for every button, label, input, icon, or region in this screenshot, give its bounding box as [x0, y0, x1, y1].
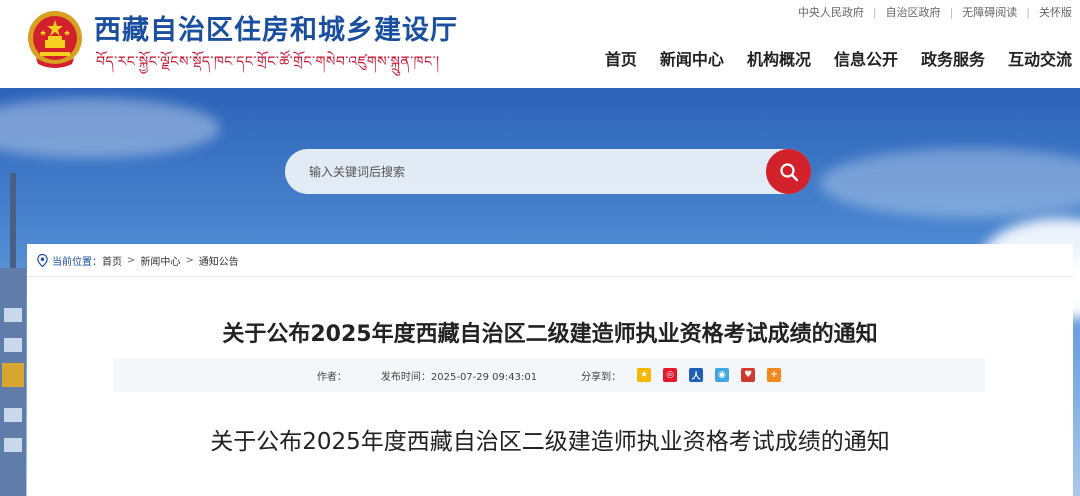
location-pin-icon [37, 254, 48, 267]
article-title: 关于公布2025年度西藏自治区二级建造师执业资格考试成绩的通知 [222, 322, 878, 347]
breadcrumb-item-notices[interactable]: 通知公告 [199, 253, 239, 268]
breadcrumb-item-home[interactable]: 首页 [102, 253, 122, 268]
publish-time: 发布时间：2025-07-29 09:43:01 [380, 371, 538, 383]
national-emblem-icon[interactable] [26, 8, 84, 70]
qzone-icon[interactable]: ★ [637, 368, 652, 382]
breadcrumb-separator: > [185, 255, 194, 266]
divider: | [872, 5, 877, 19]
site-header: 西藏自治区住房和城乡建设厅 བོད་རང་སྐྱོང་ལྗོངས་སྡོད་ཁང… [0, 0, 1080, 88]
more-icon[interactable]: + [767, 368, 782, 382]
search-button[interactable] [766, 149, 811, 194]
toplink-central-gov[interactable]: 中央人民政府 [798, 4, 864, 20]
search-bar [285, 149, 811, 194]
divider: | [1026, 5, 1030, 19]
building-image [0, 268, 26, 496]
divider [27, 276, 1073, 277]
share-label: 分享到： [581, 371, 622, 383]
article-meta: 作者： 发布时间：2025-07-29 09:43:01 分享到： ★ ◎ 人 … [113, 358, 985, 392]
site-subtitle-tibetan: བོད་རང་སྐྱོང་ལྗོངས་སྡོད་ཁང་དང་གྲོང་ཚོ་གྲ… [96, 54, 440, 70]
cloud [820, 148, 1080, 218]
toplink-care-version[interactable]: 关怀版 [1039, 4, 1072, 20]
baidu-icon[interactable]: ♥ [741, 368, 756, 382]
main-nav: 首页 新闻中心 机构概况 信息公开 政务服务 互动交流 [582, 46, 1072, 70]
cloud [0, 98, 220, 158]
breadcrumb-item-news[interactable]: 新闻中心 [140, 253, 180, 268]
nav-item-gov-services[interactable]: 政务服务 [921, 46, 985, 70]
article-container: 当前位置： 首页 > 新闻中心 > 通知公告 关于公布2025年度西藏自治区二级… [27, 244, 1073, 496]
divider: | [949, 5, 954, 19]
nav-item-info-disclosure[interactable]: 信息公开 [834, 46, 898, 70]
tencent-weibo-icon[interactable]: ◉ [715, 368, 730, 382]
toplink-region-gov[interactable]: 自治区政府 [886, 4, 941, 20]
article-body-heading: 关于公布2025年度西藏自治区二级建造师执业资格考试成绩的通知 [210, 429, 890, 455]
weibo-icon[interactable]: ◎ [663, 368, 678, 382]
nav-item-interaction[interactable]: 互动交流 [1008, 46, 1072, 70]
renren-icon[interactable]: 人 [689, 368, 704, 382]
nav-item-home[interactable]: 首页 [605, 46, 637, 70]
breadcrumb: 当前位置： 首页 > 新闻中心 > 通知公告 [37, 253, 239, 268]
nav-item-organization[interactable]: 机构概况 [747, 46, 811, 70]
nav-item-news[interactable]: 新闻中心 [660, 46, 724, 70]
author-label: 作者： [316, 371, 347, 383]
top-links: 中央人民政府 | 自治区政府 | 无障碍阅读 | 关怀版 [798, 4, 1072, 20]
toplink-accessible-reading[interactable]: 无障碍阅读 [962, 4, 1017, 20]
breadcrumb-separator: > [127, 255, 136, 266]
search-input[interactable] [309, 161, 749, 183]
breadcrumb-label: 当前位置： [52, 257, 102, 268]
share-icons: ★ ◎ 人 ◉ ♥ + [631, 368, 787, 382]
search-icon [779, 162, 798, 181]
tower-image [10, 173, 16, 273]
site-title[interactable]: 西藏自治区住房和城乡建设厅 [94, 8, 458, 47]
